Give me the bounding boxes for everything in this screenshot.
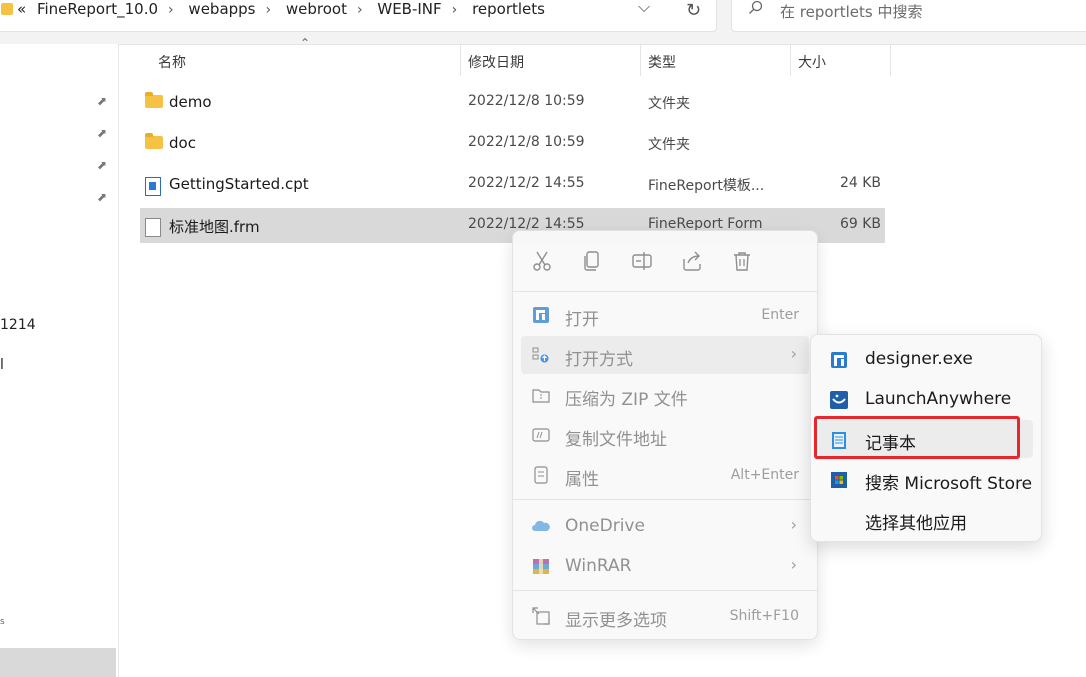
file-row[interactable]: demo 2022/12/8 10:59 文件夹 <box>140 85 885 120</box>
file-row[interactable]: GettingStarted.cpt 2022/12/2 14:55 FineR… <box>140 167 885 202</box>
menu-item-properties[interactable]: 属性 Alt+Enter <box>521 456 809 494</box>
store-icon <box>831 472 847 488</box>
breadcrumb-separator: › <box>265 2 272 18</box>
nav-item[interactable]: 1214 <box>0 317 36 333</box>
column-divider[interactable] <box>640 44 641 76</box>
share-icon[interactable] <box>680 249 704 273</box>
file-date: 2022/12/8 10:59 <box>468 134 585 150</box>
file-size: 69 KB <box>839 216 881 232</box>
pin-icon[interactable]: ⬈ <box>97 126 107 140</box>
search-icon <box>749 0 763 14</box>
file-date: 2022/12/2 14:55 <box>468 175 585 191</box>
context-menu: 打开 Enter 打开方式 › 压缩为 ZIP 文件 复制文件地址 属性 Alt… <box>512 230 818 640</box>
zip-icon <box>532 389 550 403</box>
properties-icon <box>534 466 548 484</box>
designer-icon <box>831 352 847 368</box>
onedrive-icon <box>532 520 550 531</box>
pin-icon[interactable]: ⬈ <box>97 190 107 204</box>
nav-item[interactable]: s <box>0 617 5 627</box>
file-type: 文件夹 <box>648 137 690 153</box>
breadcrumb: « FineReport_10.0 › webapps › webroot › WEB… <box>17 0 545 18</box>
open-with-icon <box>532 347 549 363</box>
pin-icon[interactable]: ⬈ <box>97 158 107 172</box>
submenu-item-choose-other-app[interactable]: 选择其他应用 <box>819 500 1033 538</box>
file-size: 24 KB <box>839 175 881 191</box>
menu-item-more-options[interactable]: 显示更多选项 Shift+F10 <box>521 597 809 635</box>
menu-item-onedrive[interactable]: OneDrive › <box>521 507 809 545</box>
chevron-right-icon: › <box>790 555 797 574</box>
breadcrumb-item-webroot[interactable]: webroot <box>286 0 347 18</box>
file-name: 标准地图.frm <box>169 218 260 236</box>
menu-divider <box>513 291 817 292</box>
chevron-right-icon: › <box>790 344 797 363</box>
refresh-icon[interactable]: ↻ <box>686 0 701 21</box>
submenu-item-microsoft-store[interactable]: 搜索 Microsoft Store <box>819 460 1033 498</box>
column-header-name[interactable]: 名称 <box>158 44 458 76</box>
chevron-right-icon: › <box>790 515 797 534</box>
folder-icon <box>145 133 163 149</box>
breadcrumb-item-webapps[interactable]: webapps <box>188 0 255 18</box>
file-row[interactable]: doc 2022/12/8 10:59 文件夹 <box>140 126 885 161</box>
column-divider[interactable] <box>890 44 891 76</box>
breadcrumb-separator: › <box>168 2 174 18</box>
submenu-item-launchanywhere[interactable]: LaunchAnywhere <box>819 380 1033 418</box>
rename-icon[interactable] <box>630 249 654 273</box>
file-name: doc <box>169 134 196 152</box>
menu-item-open[interactable]: 打开 Enter <box>521 296 809 334</box>
file-type: 文件夹 <box>648 96 690 112</box>
address-bar[interactable]: « FineReport_10.0 › webapps › webroot › WEB… <box>0 0 717 32</box>
file-name: demo <box>169 93 212 111</box>
launchanywhere-icon <box>830 391 848 409</box>
column-divider[interactable] <box>460 44 461 76</box>
breadcrumb-overflow[interactable]: « <box>17 0 26 18</box>
menu-divider <box>513 590 817 591</box>
search-placeholder: 在 reportlets 中搜索 <box>780 3 923 21</box>
menu-item-zip[interactable]: 压缩为 ZIP 文件 <box>521 376 809 414</box>
copy-path-icon <box>532 428 550 442</box>
column-header-date[interactable]: 修改日期 <box>468 44 638 76</box>
folder-icon <box>1 3 13 15</box>
submenu-item-designer[interactable]: designer.exe <box>819 340 1033 378</box>
file-name: GettingStarted.cpt <box>169 175 309 193</box>
cpt-file-icon <box>145 177 161 196</box>
address-toolbar: « FineReport_10.0 › webapps › webroot › WEB… <box>0 0 1086 45</box>
copy-icon[interactable] <box>580 249 604 273</box>
breadcrumb-item-finereport[interactable]: FineReport_10.0 <box>37 0 158 18</box>
nav-item[interactable]: l <box>0 357 4 373</box>
menu-item-winrar[interactable]: WinRAR › <box>521 547 809 585</box>
winrar-icon <box>533 559 549 574</box>
menu-divider <box>513 499 817 500</box>
chevron-down-icon[interactable]: ⌵ <box>638 0 650 17</box>
breadcrumb-item-reportlets[interactable]: reportlets <box>472 0 545 18</box>
menu-item-copy-path[interactable]: 复制文件地址 <box>521 416 809 454</box>
delete-icon[interactable] <box>730 249 754 273</box>
search-box[interactable]: 在 reportlets 中搜索 <box>731 0 1086 32</box>
column-divider[interactable] <box>790 44 791 76</box>
file-date: 2022/12/8 10:59 <box>468 93 585 109</box>
column-header-type[interactable]: 类型 <box>648 44 788 76</box>
frm-file-icon <box>145 218 161 237</box>
navigation-pane: ⬈ ⬈ ⬈ ⬈ 1214 l s <box>0 44 119 677</box>
file-type: FineReport模板... <box>648 178 765 194</box>
folder-icon <box>145 92 163 108</box>
more-options-icon <box>532 607 550 625</box>
breadcrumb-separator: › <box>451 2 458 18</box>
cut-icon[interactable] <box>530 249 554 273</box>
breadcrumb-separator: › <box>356 2 363 18</box>
breadcrumb-item-web-inf[interactable]: WEB-INF <box>377 0 441 18</box>
annotation-highlight-box <box>814 416 1020 459</box>
pin-icon[interactable]: ⬈ <box>97 94 107 108</box>
finereport-icon <box>533 307 549 323</box>
column-header-size[interactable]: 大小 <box>798 44 888 76</box>
menu-item-open-with[interactable]: 打开方式 › <box>521 336 809 374</box>
nav-item-selected[interactable] <box>0 648 116 677</box>
